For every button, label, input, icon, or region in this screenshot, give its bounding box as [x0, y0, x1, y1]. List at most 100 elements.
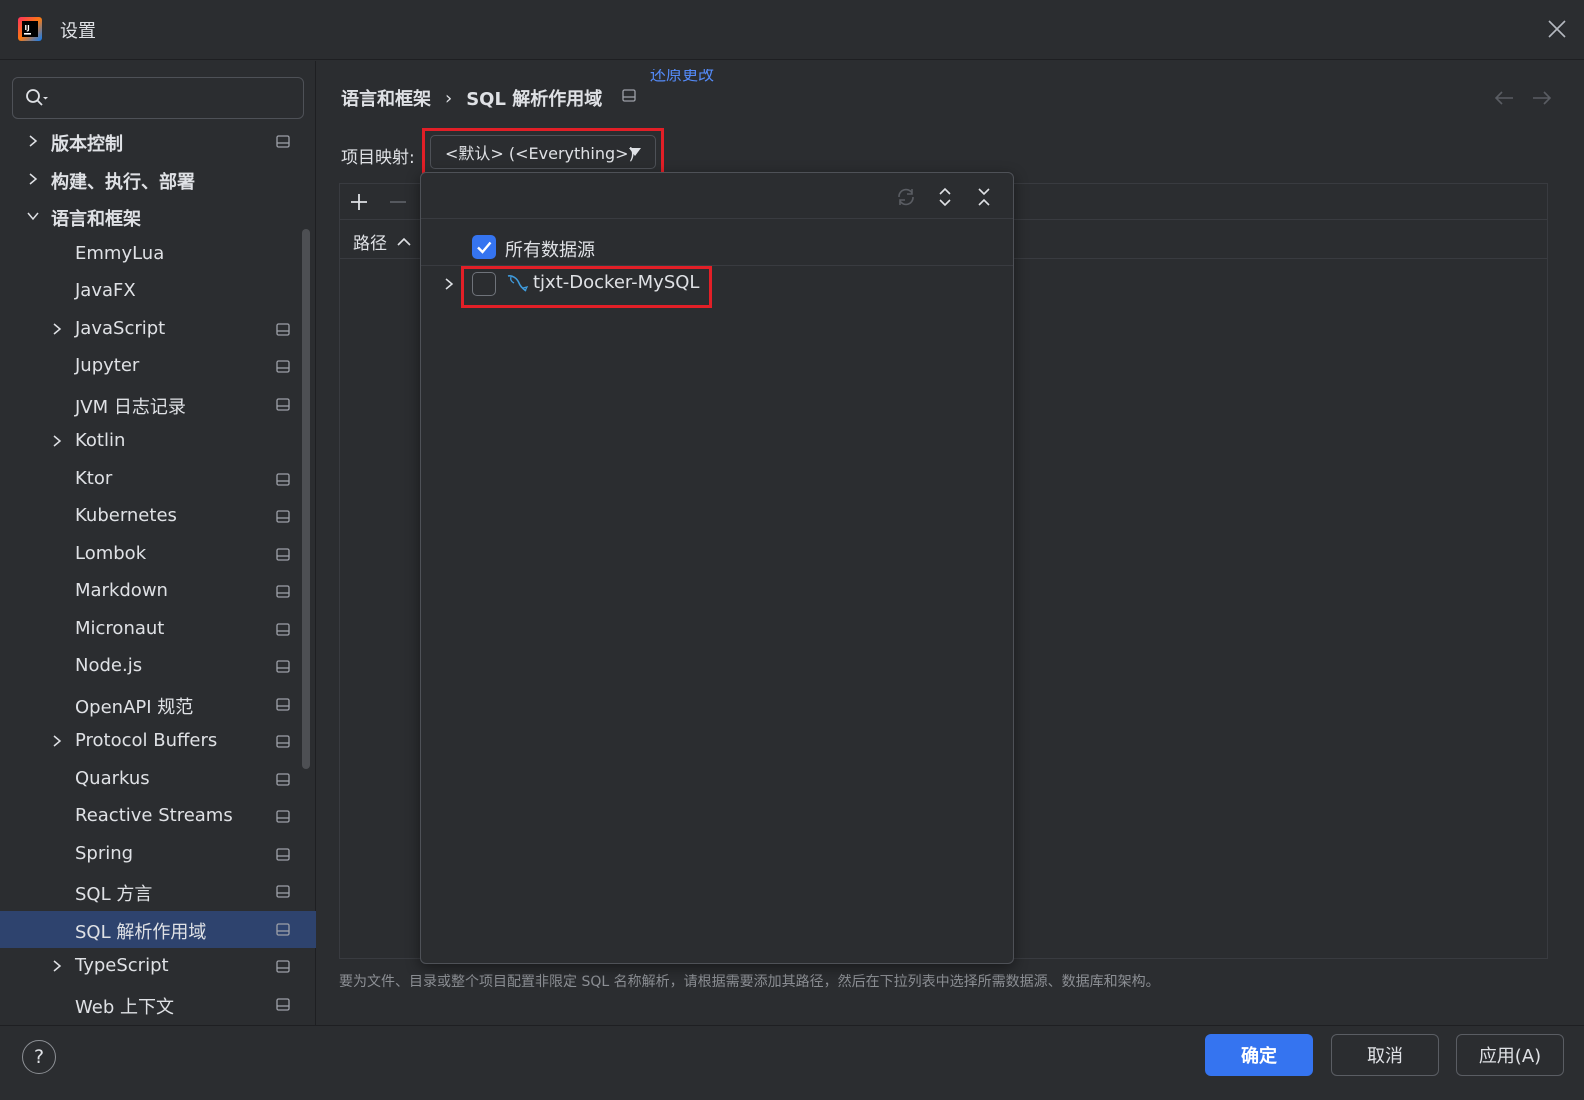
chevron-down-icon[interactable] [26, 209, 40, 223]
project-level-icon [276, 660, 290, 673]
breadcrumb-parent[interactable]: 语言和框架 [341, 85, 431, 111]
sidebar-item-label: Reactive Streams [75, 805, 233, 826]
sidebar-item-label: JavaScript [75, 317, 166, 339]
all-datasources-row[interactable]: 所有数据源 [421, 229, 1013, 267]
project-level-icon [276, 772, 290, 786]
apply-button[interactable]: 应用(A) [1456, 1034, 1564, 1076]
sidebar-item-label: Markdown [75, 580, 168, 601]
revert-changes-link[interactable]: 还原更改 [650, 69, 714, 85]
sidebar-item[interactable]: Spring [0, 836, 316, 874]
sidebar-item-label: 语言和框架 [51, 209, 141, 230]
remove-icon[interactable] [388, 192, 408, 212]
sidebar-item-label: Quarkus [75, 767, 150, 789]
sidebar-item-label: 版本控制 [51, 134, 123, 155]
intellij-app-icon: IJ [18, 17, 42, 41]
expand-all-icon[interactable] [934, 186, 956, 208]
column-header-path[interactable]: 路径 [353, 229, 415, 254]
sidebar-item-label: Jupyter [75, 355, 140, 376]
settings-tree: 版本控制构建、执行、部署 语言和框架 EmmyLua JavaFX JavaScript… [0, 123, 316, 1023]
project-level-icon [276, 847, 290, 861]
search-icon [26, 89, 48, 106]
settings-search[interactable] [12, 77, 304, 119]
project-level-icon [276, 697, 290, 711]
sidebar-item[interactable]: Jupyter [0, 348, 316, 386]
sidebar-item[interactable]: Node.js [0, 648, 316, 686]
project-level-icon [622, 89, 636, 102]
dialog-button-bar: ? 确定 取消 应用(A) [0, 1025, 1584, 1100]
title-bar: IJ 设置 [0, 0, 1584, 60]
project-level-icon [276, 922, 290, 936]
sidebar-item[interactable]: EmmyLua [0, 236, 316, 274]
project-level-icon [276, 997, 290, 1011]
sidebar-item[interactable]: JavaScript [0, 311, 316, 349]
sidebar-item[interactable]: Kubernetes [0, 498, 316, 536]
column-path-label: 路径 [353, 234, 387, 254]
sidebar-item[interactable]: Quarkus [0, 761, 316, 799]
back-arrow-icon[interactable] [1493, 89, 1515, 107]
sidebar-item[interactable]: Kotlin [0, 423, 316, 461]
sidebar-item[interactable]: TypeScript [0, 948, 316, 986]
sidebar-item[interactable]: OpenAPI 规范 [0, 686, 316, 724]
sidebar-item[interactable]: SQL 方言 [0, 873, 316, 911]
sidebar-item[interactable]: JavaFX [0, 273, 316, 311]
chevron-right-icon[interactable] [26, 134, 40, 148]
sidebar-item[interactable]: Reactive Streams [0, 798, 316, 836]
chevron-right-icon[interactable] [443, 277, 455, 291]
popup-toolbar [421, 173, 1013, 219]
add-icon[interactable] [349, 192, 369, 212]
sidebar-item-label: TypeScript [75, 955, 169, 976]
sidebar-item[interactable]: 构建、执行、部署 [0, 161, 316, 199]
sidebar-item[interactable]: Web 上下文 [0, 986, 316, 1024]
window-title: 设置 [60, 21, 96, 42]
chevron-right-icon[interactable] [50, 434, 64, 448]
help-button[interactable]: ? [22, 1040, 56, 1074]
sidebar-item-label: 构建、执行、部署 [51, 171, 195, 193]
project-level-icon [276, 622, 290, 636]
sidebar-item-label: Micronaut [75, 617, 165, 639]
project-level-icon [276, 397, 290, 411]
chevron-right-icon[interactable] [50, 734, 64, 748]
project-level-icon [276, 135, 290, 148]
sidebar-item[interactable]: Micronaut [0, 611, 316, 649]
sidebar-item-label: Lombok [75, 542, 147, 564]
sidebar-item[interactable]: Markdown [0, 573, 316, 611]
help-footnote: 要为文件、目录或整个项目配置非限定 SQL 名称解析，请根据需要添加其路径，然后… [339, 974, 1160, 990]
checkmark-icon [477, 241, 492, 254]
project-level-icon [276, 322, 290, 336]
sidebar-item-label: Node.js [75, 655, 143, 676]
project-level-icon [276, 472, 290, 486]
sidebar-item-label: Protocol Buffers [75, 730, 218, 751]
sidebar-item-label: Kubernetes [75, 505, 177, 526]
cancel-button[interactable]: 取消 [1331, 1034, 1439, 1076]
breadcrumb: 语言和框架 › SQL 解析作用域 [341, 85, 602, 111]
sidebar-item-label: JavaFX [75, 280, 136, 301]
search-input[interactable] [55, 84, 295, 112]
sort-ascending-icon [397, 237, 411, 246]
close-icon[interactable] [1546, 18, 1568, 40]
all-datasources-checkbox[interactable] [472, 235, 496, 259]
breadcrumb-separator: › [445, 87, 453, 109]
sidebar-item-label: SQL 方言 [75, 884, 153, 905]
sidebar-scrollbar[interactable] [302, 229, 310, 769]
chevron-right-icon[interactable] [50, 959, 64, 973]
chevron-right-icon[interactable] [50, 322, 64, 336]
sidebar-item[interactable]: 语言和框架 [0, 198, 316, 236]
sidebar-item-label: OpenAPI 规范 [75, 696, 194, 718]
sidebar-item[interactable]: Protocol Buffers [0, 723, 316, 761]
project-level-icon [276, 585, 290, 598]
sidebar-item[interactable]: 版本控制 [0, 123, 316, 161]
forward-arrow-icon[interactable] [1531, 89, 1553, 107]
collapse-all-icon[interactable] [973, 186, 995, 208]
sidebar-item[interactable]: SQL 解析作用域 [0, 910, 316, 948]
sidebar-item[interactable]: Lombok [0, 536, 316, 574]
sidebar-item-label: Ktor [75, 467, 113, 489]
sidebar-item[interactable]: JVM 日志记录 [0, 386, 316, 424]
project-level-icon [276, 960, 290, 973]
sidebar-item[interactable]: Ktor [0, 461, 316, 499]
sidebar-item-label: Spring [75, 842, 134, 864]
refresh-icon[interactable] [895, 186, 917, 208]
ok-button[interactable]: 确定 [1205, 1034, 1313, 1076]
project-level-icon [276, 735, 290, 748]
project-level-icon [276, 510, 290, 523]
chevron-right-icon[interactable] [26, 172, 40, 186]
